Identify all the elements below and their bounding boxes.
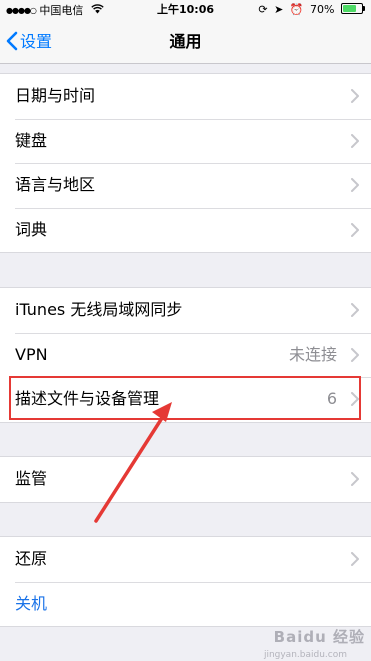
baidu-watermark: Baidu 经验: [273, 628, 365, 646]
cell-dictionary[interactable]: 词典: [0, 207, 371, 253]
status-right: ⟳ ➤ ⏰ 70%: [258, 0, 365, 20]
cell-date-time[interactable]: 日期与时间: [0, 74, 371, 119]
cell-label: 监管: [15, 469, 48, 488]
battery-fill: [343, 5, 356, 12]
rotation-lock-icon: ⟳: [258, 3, 268, 16]
status-bar: ●●●●○ 中国电信 上午10:06 ⟳ ➤ ⏰ 70%: [0, 0, 371, 20]
cell-label: 还原: [15, 549, 48, 568]
settings-group-supervision: 监管: [0, 456, 371, 503]
settings-group-date-keyboard: 日期与时间 键盘 语言与地区 词典: [0, 73, 371, 254]
alarm-icon: ⏰: [289, 3, 304, 16]
cell-reset[interactable]: 还原: [0, 537, 371, 582]
cell-label: 词典: [15, 219, 48, 239]
location-icon: ➤: [274, 3, 284, 16]
shutdown-link[interactable]: 关机: [15, 582, 47, 626]
chevron-right-icon: [351, 222, 359, 237]
chevron-right-icon: [351, 89, 359, 103]
cell-language-region[interactable]: 语言与地区: [0, 163, 371, 208]
settings-group-reset-shutdown: 还原 关机: [0, 536, 371, 628]
chevron-right-icon: [351, 133, 359, 148]
annotation-highlight-box: [9, 376, 361, 420]
chevron-right-icon: [351, 472, 359, 486]
chevron-right-icon: [351, 347, 359, 362]
vpn-status-value: 未连接: [288, 344, 337, 364]
battery-icon: [341, 3, 365, 14]
cell-label: 键盘: [15, 130, 48, 150]
navigation-bar: 设置 通用: [0, 20, 371, 64]
chevron-right-icon: [351, 303, 359, 317]
cell-label: 语言与地区: [15, 175, 96, 195]
cell-label: 日期与时间: [15, 86, 96, 105]
page-title: 通用: [169, 32, 202, 51]
cell-itunes-wifi-sync[interactable]: iTunes 无线局域网同步: [0, 288, 371, 333]
cell-shutdown[interactable]: 关机: [0, 581, 371, 627]
cell-label: VPN: [15, 344, 48, 364]
cell-supervision[interactable]: 监管: [0, 457, 371, 502]
battery-tip: [363, 6, 365, 11]
chevron-right-icon: [351, 178, 359, 193]
cell-keyboard[interactable]: 键盘: [0, 118, 371, 164]
battery-percent: 70%: [310, 3, 335, 16]
cell-vpn[interactable]: VPN 未连接: [0, 332, 371, 378]
chevron-right-icon: [351, 552, 359, 566]
baidu-watermark-url: jingyan.baidu.com: [263, 650, 347, 660]
cell-label: iTunes 无线局域网同步: [15, 300, 183, 319]
